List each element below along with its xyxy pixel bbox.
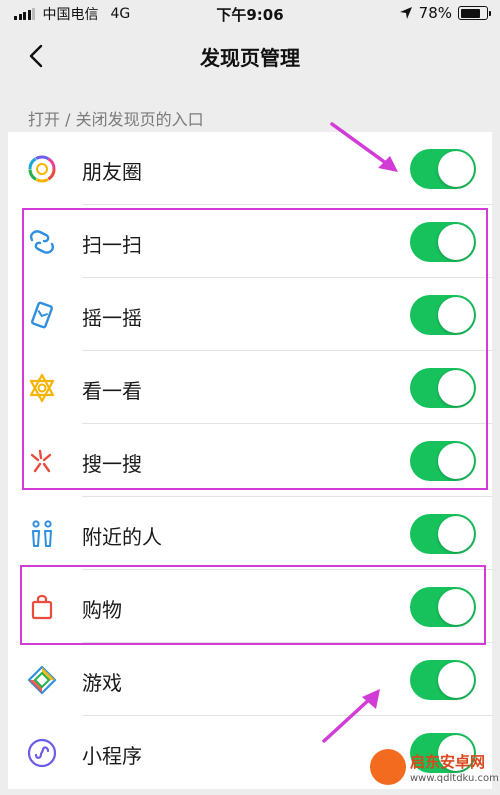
status-right: 78%	[399, 4, 491, 22]
battery-icon	[458, 6, 491, 20]
mini-program-icon	[27, 738, 57, 768]
games-label: 游戏	[82, 671, 122, 695]
page-title: 发现页管理	[200, 46, 300, 70]
top-stories-toggle[interactable]	[410, 368, 476, 408]
games-toggle[interactable]	[410, 660, 476, 700]
shopping-toggle[interactable]	[410, 587, 476, 627]
moments-toggle[interactable]	[410, 149, 476, 189]
list-item-games: 游戏	[8, 643, 492, 716]
search-toggle[interactable]	[410, 441, 476, 481]
game-icon	[27, 665, 57, 695]
list-item-shopping: 购物	[8, 570, 492, 643]
battery-percent: 78%	[418, 4, 452, 22]
people-nearby-label: 附近的人	[82, 525, 162, 549]
scan-icon	[30, 230, 54, 254]
scan-toggle[interactable]	[410, 222, 476, 262]
list-item-people-nearby: 附近的人	[8, 497, 492, 570]
list-item-shake: 摇一摇	[8, 278, 492, 351]
entry-list: 朋友圈 扫一扫 摇一摇 看一看 搜一搜 附近的人 购物 游戏 小程序	[8, 132, 492, 789]
scan-label: 扫一扫	[82, 233, 142, 257]
moments-label: 朋友圈	[82, 160, 142, 184]
watermark: 启东安卓网 www.qdltdku.com	[370, 749, 499, 791]
watermark-logo	[370, 749, 406, 785]
list-item-top-stories: 看一看	[8, 351, 492, 424]
shake-toggle[interactable]	[410, 295, 476, 335]
shake-label: 摇一摇	[82, 306, 142, 330]
shake-icon	[31, 301, 53, 329]
list-item-search: 搜一搜	[8, 424, 492, 497]
people-nearby-toggle[interactable]	[410, 514, 476, 554]
mini-programs-label: 小程序	[82, 744, 142, 768]
people-nearby-icon	[32, 520, 52, 547]
top-stories-label: 看一看	[82, 379, 142, 403]
list-item-scan: 扫一扫	[8, 205, 492, 278]
shopping-bag-icon	[31, 594, 53, 620]
watermark-title: 启东安卓网	[410, 753, 486, 771]
list-item-moments: 朋友圈	[8, 132, 492, 205]
moments-icon	[28, 155, 56, 183]
status-bar: 中国电信 4G 下午9:06 78%	[0, 0, 500, 28]
location-arrow-icon	[399, 7, 412, 19]
watermark-url: www.qdltdku.com	[410, 773, 499, 784]
shopping-label: 购物	[82, 598, 122, 622]
section-header: 打开 / 关闭发现页的入口	[28, 110, 204, 129]
search-label: 搜一搜	[82, 452, 142, 476]
search-icon	[30, 449, 52, 473]
top-stories-icon	[29, 373, 55, 403]
navigation-bar: 发现页管理	[0, 28, 500, 88]
